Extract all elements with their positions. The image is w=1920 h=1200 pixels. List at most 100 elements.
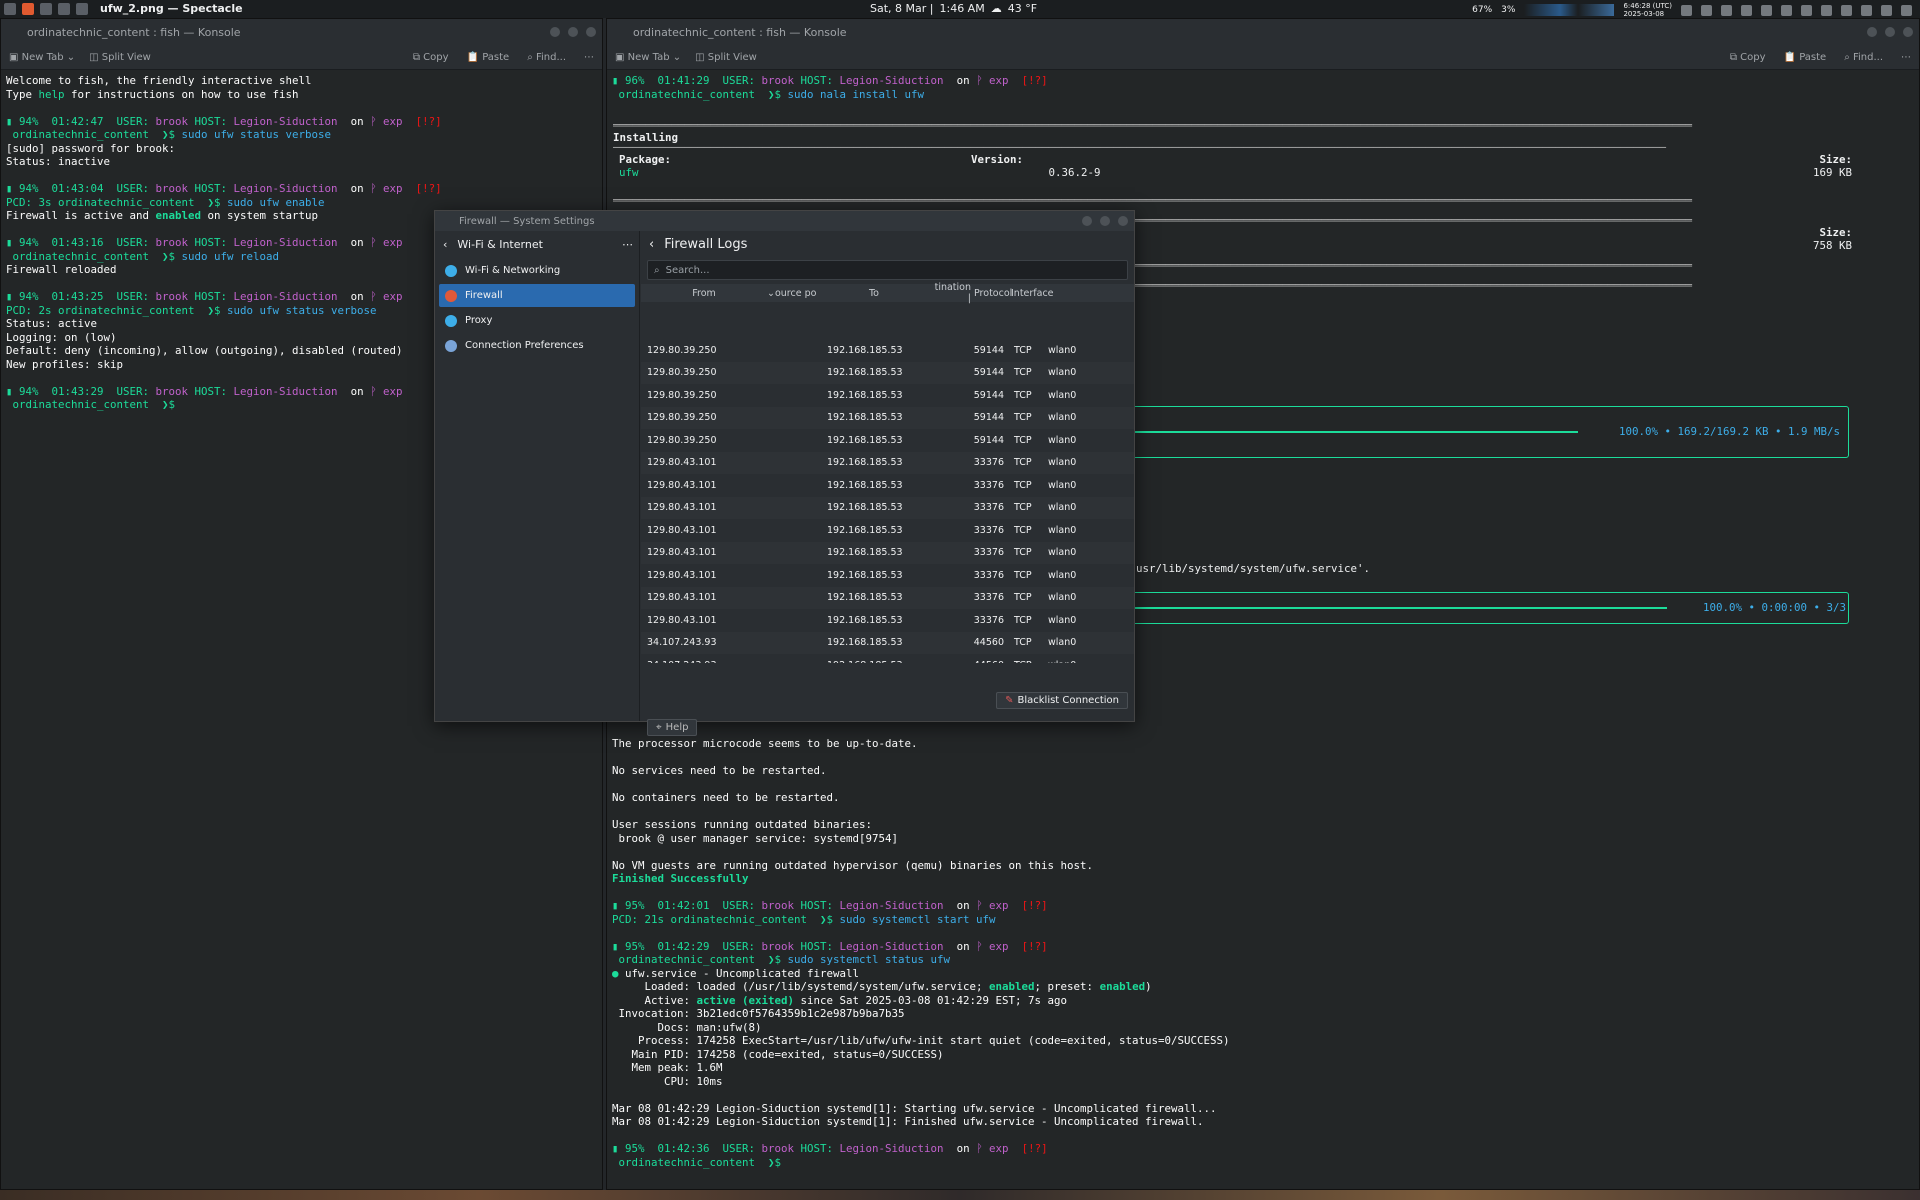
update-icon[interactable] xyxy=(1701,4,1712,16)
table-row[interactable]: 129.80.39.250 192.168.185.53 59144 TCP wlan0 xyxy=(641,429,1134,452)
top-panel: ufw_2.png — Spectacle Sat, 8 Mar | 1:46 … xyxy=(0,0,1920,18)
close-button[interactable] xyxy=(1118,216,1128,226)
back-arrow-icon[interactable]: ‹ xyxy=(443,238,447,251)
column-from[interactable]: From xyxy=(641,288,767,299)
firewall-settings-window[interactable]: Firewall — System Settings ‹ Wi-Fi & Int… xyxy=(434,210,1135,736)
package-size: 169 KB xyxy=(1812,166,1852,179)
column-protocol[interactable]: Protocol xyxy=(971,288,1012,299)
table-cell: wlan0 xyxy=(1048,547,1077,559)
display-icon[interactable] xyxy=(1821,4,1832,16)
terminal-icon[interactable] xyxy=(58,2,70,15)
paste-button[interactable]: 📋 Paste xyxy=(1784,52,1827,63)
table-row[interactable]: 129.80.43.101 192.168.185.53 33376 TCP wlan0 xyxy=(641,519,1134,542)
minimize-button[interactable] xyxy=(1867,27,1877,37)
table-cell: wlan0 xyxy=(1048,614,1077,626)
menu-icon[interactable] xyxy=(1901,4,1912,16)
table-cell: 192.168.185.53 xyxy=(827,434,903,446)
table-cell: 192.168.185.53 xyxy=(819,660,959,663)
right-konsole-titlebar[interactable]: ordinatechnic_content : fish — Konsole xyxy=(607,19,1919,46)
maximize-button[interactable] xyxy=(1885,27,1895,37)
find-button[interactable]: ⌕ Find... xyxy=(1844,52,1883,63)
table-row[interactable]: 129.80.43.101 192.168.185.53 33376 TCP wlan0 xyxy=(641,609,1134,632)
minimize-button[interactable] xyxy=(550,27,560,37)
overflow-menu-icon[interactable]: ⋯ xyxy=(584,52,594,63)
dialog-titlebar[interactable]: Firewall — System Settings xyxy=(435,211,1134,231)
notification-icon[interactable] xyxy=(1681,4,1692,16)
table-cell: 129.80.39.250 xyxy=(647,344,717,356)
close-button[interactable] xyxy=(1903,27,1913,37)
app-menu-icon[interactable] xyxy=(4,2,16,15)
split-view-button[interactable]: ◫ Split View xyxy=(695,52,757,63)
divider: ────────────────────────────────────────… xyxy=(613,144,1667,153)
table-row[interactable]: 129.80.39.250 192.168.185.53 59144 TCP wlan0 xyxy=(641,361,1134,384)
table-row[interactable]: 129.80.39.250 192.168.185.53 59144 TCP wlan0 xyxy=(641,384,1134,407)
column-interface[interactable]: Interface xyxy=(1011,288,1061,299)
konsole-tray-icon[interactable] xyxy=(1721,4,1732,16)
left-konsole-toolbar: ▣ New Tab ⌄ ◫ Split View ⧉ Copy 📋 Paste … xyxy=(1,46,602,70)
column-source-port[interactable]: ⌄ource po xyxy=(767,288,819,299)
sidebar-item-proxy[interactable]: Proxy xyxy=(439,309,635,332)
table-row[interactable]: 129.80.43.101 192.168.185.53 33376 TCP wlan0 xyxy=(641,496,1134,519)
back-arrow-icon[interactable]: ‹ xyxy=(649,237,654,252)
settings-sidebar: ‹ Wi-Fi & Internet ⋯ Wi-Fi & Networking F… xyxy=(435,231,640,721)
find-button[interactable]: ⌕ Find... xyxy=(527,52,566,63)
overflow-menu-icon[interactable]: ⋯ xyxy=(1901,52,1911,63)
log-table-body[interactable]: 129.80.39.250 192.168.185.53 59144 TCP wlan0… xyxy=(641,339,1134,663)
table-cell: 129.80.43.101 xyxy=(647,569,717,581)
clipboard-icon[interactable] xyxy=(1741,4,1752,16)
table-cell: 129.80.39.250 xyxy=(647,412,717,424)
table-row[interactable]: 129.80.43.101 192.168.185.53 33376 TCP wlan0 xyxy=(641,586,1134,609)
copy-button[interactable]: ⧉ Copy xyxy=(1730,52,1766,63)
bluetooth-icon[interactable] xyxy=(1781,4,1792,16)
sidebar-back-header[interactable]: ‹ Wi-Fi & Internet ⋯ xyxy=(435,231,639,257)
right-terminal-output-bottom[interactable]: The processor microcode seems to be up-t… xyxy=(607,733,1235,1173)
divider: ════════════════════════════════════════… xyxy=(613,123,1693,131)
files-icon[interactable] xyxy=(40,2,52,15)
table-row[interactable]: 129.80.43.101 192.168.185.53 33376 TCP wlan0 xyxy=(641,564,1134,587)
copy-button[interactable]: ⧉ Copy xyxy=(413,52,449,63)
sidebar-item-label: Firewall xyxy=(465,290,503,301)
close-button[interactable] xyxy=(586,27,596,37)
help-button[interactable]: ⌖ Help xyxy=(647,719,698,736)
sidebar-item-wi-fi-networking[interactable]: Wi-Fi & Networking xyxy=(439,259,635,282)
minimize-button[interactable] xyxy=(1082,216,1092,226)
more-options-icon[interactable]: ⋯ xyxy=(622,238,633,251)
table-cell: 59144 xyxy=(973,389,1004,401)
column-to[interactable]: To xyxy=(819,288,929,299)
battery-icon[interactable] xyxy=(1861,4,1872,16)
table-row[interactable]: 129.80.39.250 192.168.185.53 59144 TCP wlan0 xyxy=(641,339,1134,362)
split-view-button[interactable]: ◫ Split View xyxy=(89,52,151,63)
paste-button[interactable]: 📋 Paste xyxy=(467,52,510,63)
table-row[interactable]: 129.80.43.101 192.168.185.53 33376 TCP wlan0 xyxy=(641,541,1134,564)
table-row[interactable]: 129.80.43.101 192.168.185.53 33376 TCP wlan0 xyxy=(641,451,1134,474)
new-tab-button[interactable]: ▣ New Tab ⌄ xyxy=(615,52,681,63)
screenshot-icon[interactable] xyxy=(76,2,88,15)
right-terminal-output-top[interactable]: ▮ 96% 01:41:29 USER: brook HOST: Legion-… xyxy=(607,70,1919,105)
right-konsole-toolbar: ▣ New Tab ⌄ ◫ Split View ⧉ Copy 📋 Paste … xyxy=(607,46,1919,70)
wifi-icon[interactable] xyxy=(1841,4,1852,16)
clock[interactable]: Sat, 8 Mar | 1:46 AM ☁ 43 °F xyxy=(870,2,1037,15)
maximize-button[interactable] xyxy=(568,27,578,37)
volume-icon[interactable] xyxy=(1761,4,1772,16)
table-row[interactable]: 129.80.43.101 192.168.185.53 33376 TCP wlan0 xyxy=(641,474,1134,497)
blacklist-connection-button[interactable]: ✎ Blacklist Connection xyxy=(996,692,1128,709)
sidebar-item-connection-preferences[interactable]: Connection Preferences xyxy=(439,334,635,357)
weather-icon: ☁ xyxy=(990,2,1002,15)
column-destination-port[interactable]: tination | xyxy=(929,282,971,304)
new-tab-button[interactable]: ▣ New Tab ⌄ xyxy=(9,52,75,63)
left-konsole-titlebar[interactable]: ordinatechnic_content : fish — Konsole xyxy=(1,19,602,46)
table-cell: wlan0 xyxy=(1048,434,1077,446)
brightness-icon[interactable] xyxy=(1801,4,1812,16)
table-cell: 59144 xyxy=(973,434,1004,446)
power-icon[interactable] xyxy=(1881,4,1892,16)
firefox-icon[interactable] xyxy=(22,2,34,15)
search-input[interactable]: ⌕ Search... xyxy=(647,260,1128,280)
table-row[interactable]: 34.107.243.93192.168.185.5344560TCPwlan0 xyxy=(641,631,1134,654)
sidebar-item-firewall[interactable]: Firewall xyxy=(439,284,635,307)
table-row[interactable]: 34.107.243.93192.168.185.5344560TCPwlan0 xyxy=(641,654,1134,663)
table-cell: 129.80.43.101 xyxy=(647,502,717,514)
table-row[interactable]: 129.80.39.250 192.168.185.53 59144 TCP wlan0 xyxy=(641,406,1134,429)
table-cell: TCP xyxy=(1014,389,1032,401)
active-window-title: ufw_2.png — Spectacle xyxy=(100,2,243,15)
maximize-button[interactable] xyxy=(1100,216,1110,226)
